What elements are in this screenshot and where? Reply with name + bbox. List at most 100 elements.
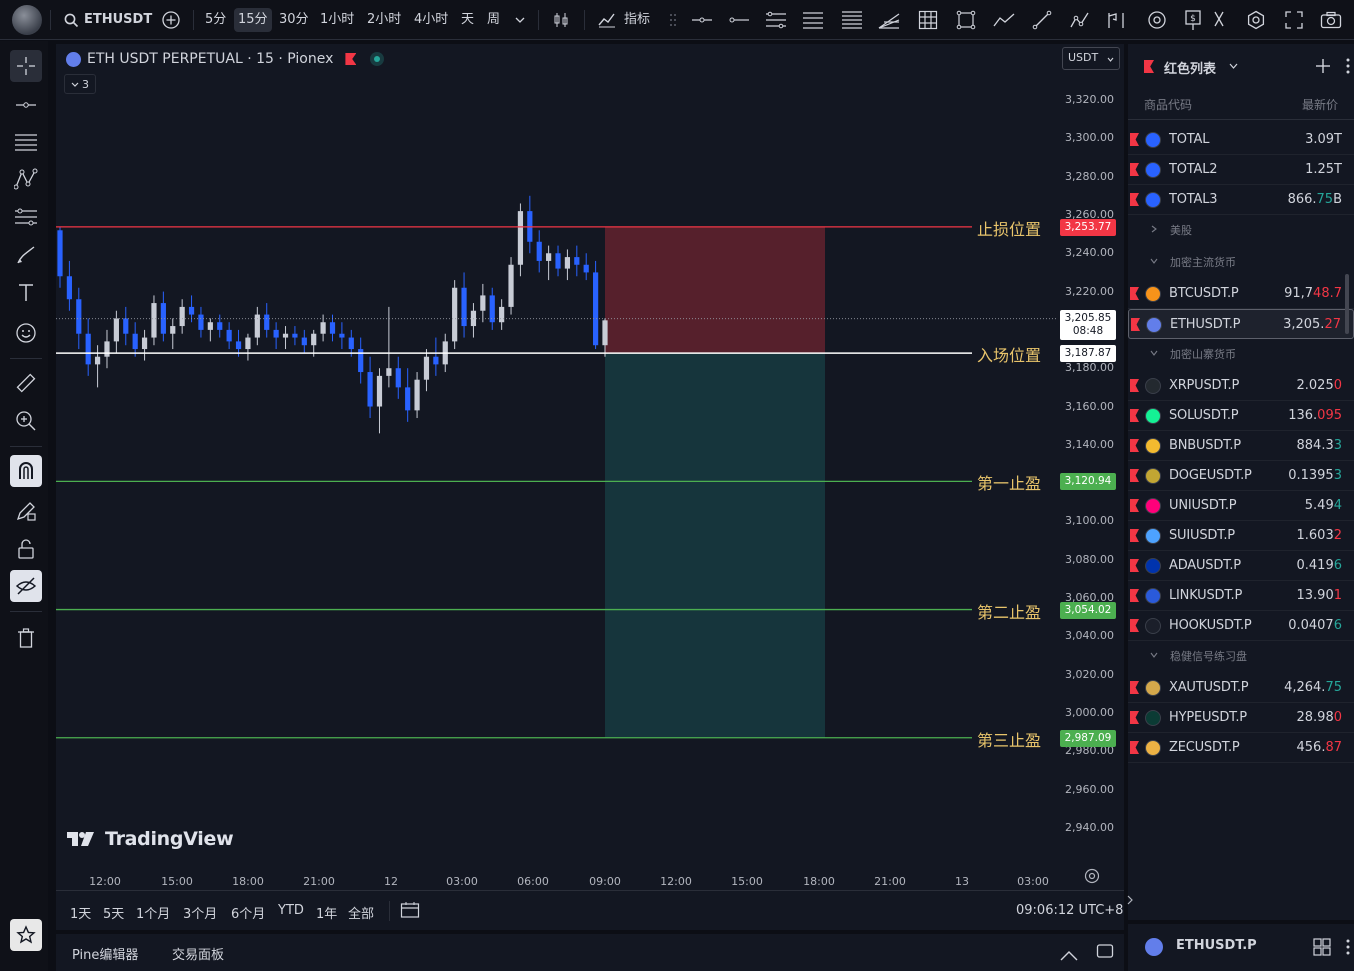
level-label[interactable]: 第二止盈 (977, 599, 1041, 623)
level-label[interactable]: 入场位置 (977, 342, 1041, 366)
watchlist-row[interactable]: TOTAL2 1.25T (1128, 155, 1354, 185)
candle[interactable] (292, 326, 298, 346)
candle[interactable] (170, 318, 176, 350)
candle[interactable] (508, 257, 514, 315)
price-chart[interactable] (56, 44, 1124, 890)
range-3m[interactable]: 3个月 (183, 903, 217, 922)
clock-timezone[interactable]: 09:06:12 UTC+8 (1016, 903, 1123, 918)
red-flag-icon[interactable] (1130, 681, 1139, 694)
stop-loss-zone[interactable] (605, 226, 825, 354)
candle[interactable] (188, 295, 195, 323)
watchlist-row[interactable]: UNIUSDT.P 5.494 (1128, 491, 1354, 521)
red-flag-icon[interactable] (1130, 589, 1139, 602)
red-flag-icon[interactable] (1130, 559, 1139, 572)
candle[interactable] (339, 322, 345, 350)
candle[interactable] (179, 299, 185, 334)
watchlist-header[interactable]: 红色列表 (1128, 44, 1354, 88)
candle[interactable] (358, 337, 364, 384)
level-label[interactable]: 第三止盈 (977, 727, 1041, 751)
interval-4h[interactable]: 4小时 (414, 8, 448, 32)
level-label[interactable]: 止损位置 (977, 216, 1041, 240)
candle[interactable] (123, 306, 129, 346)
tab-pine-editor[interactable]: Pine编辑器 (72, 944, 138, 963)
range-all[interactable]: 全部 (348, 903, 374, 922)
candle[interactable] (132, 322, 138, 357)
tab-trading-panel[interactable]: 交易面板 (172, 944, 224, 963)
more-options-icon[interactable] (1346, 58, 1352, 74)
red-flag-icon[interactable] (345, 53, 357, 65)
watchlist-section[interactable]: 美股 (1128, 215, 1354, 243)
red-flag-icon[interactable] (1130, 711, 1139, 724)
candle[interactable] (141, 329, 148, 361)
trend-line-icon[interactable] (1029, 7, 1055, 33)
red-flag-icon[interactable] (1130, 379, 1139, 392)
panel-collapse-handle[interactable] (1125, 885, 1135, 915)
candle-type-icon[interactable] (548, 7, 574, 33)
red-flag-icon[interactable] (1130, 163, 1139, 176)
candle[interactable] (470, 303, 477, 338)
parallel-channel-icon[interactable] (763, 7, 789, 33)
candle[interactable] (564, 249, 571, 281)
emoji-tool-icon[interactable] (10, 317, 42, 349)
candle[interactable] (414, 372, 420, 419)
horizontal-ray-icon[interactable] (689, 7, 715, 33)
candle[interactable] (57, 226, 63, 288)
path-icon[interactable] (991, 7, 1017, 33)
candle[interactable] (151, 295, 157, 346)
red-flag-icon[interactable] (1130, 741, 1139, 754)
watchlist-star-icon[interactable] (10, 919, 42, 951)
watchlist-row[interactable]: DOGEUSDT.P 0.13953 (1128, 461, 1354, 491)
chart-settings-icon[interactable] (1084, 868, 1102, 886)
red-flag-icon[interactable] (1131, 318, 1140, 331)
candle[interactable] (452, 280, 458, 350)
interval-5m[interactable]: 5分 (205, 8, 226, 32)
candle[interactable] (517, 203, 524, 277)
candle[interactable] (264, 303, 270, 338)
watchlist-title[interactable]: 红色列表 (1164, 58, 1216, 77)
red-flag-icon[interactable] (1130, 439, 1139, 452)
watchlist-section[interactable]: 加密山寨货币 (1128, 339, 1354, 367)
indicators-button[interactable]: 指标 (624, 8, 650, 32)
candle[interactable] (480, 283, 486, 323)
red-flag-icon[interactable] (1130, 499, 1139, 512)
candle[interactable] (583, 253, 589, 281)
candle[interactable] (207, 318, 213, 342)
symbol-search[interactable]: ETHUSDT (84, 8, 152, 32)
trash-icon[interactable] (10, 622, 42, 654)
watchlist-row[interactable]: ADAUSDT.P 0.4196 (1128, 551, 1354, 581)
candle[interactable] (395, 356, 401, 399)
red-flag-icon[interactable] (1130, 409, 1139, 422)
range-1m[interactable]: 1个月 (136, 903, 170, 922)
candle[interactable] (593, 260, 599, 350)
crosshair-icon[interactable] (10, 50, 42, 82)
candle[interactable] (546, 245, 552, 281)
candle[interactable] (527, 195, 533, 254)
watchlist-section[interactable]: 加密主流货币 (1128, 247, 1354, 275)
compare-add-icon[interactable] (158, 7, 184, 33)
drag-handle-icon[interactable] (660, 7, 686, 33)
range-ytd[interactable]: YTD (278, 903, 304, 918)
candle[interactable] (499, 299, 505, 330)
column-last-price[interactable]: 最新价 (1302, 96, 1338, 113)
candle[interactable] (574, 245, 580, 277)
currency-select[interactable]: USDT (1062, 47, 1120, 70)
add-symbol-icon[interactable] (1315, 58, 1331, 74)
indicators-icon[interactable] (594, 7, 620, 33)
column-symbol[interactable]: 商品代码 (1144, 96, 1192, 113)
price-alert-icon[interactable]: $ (1180, 7, 1206, 33)
fib-fan-icon[interactable] (876, 7, 902, 33)
red-flag-icon[interactable] (1130, 287, 1139, 300)
prediction-tool-icon[interactable] (10, 201, 42, 233)
watchlist-scrollbar[interactable] (1345, 274, 1349, 334)
watchlist-row[interactable]: TOTAL3 866.75B (1128, 185, 1354, 215)
candle[interactable] (405, 368, 411, 422)
interval-1h[interactable]: 1小时 (320, 8, 354, 32)
red-flag-icon[interactable] (1130, 619, 1139, 632)
candle[interactable] (433, 337, 439, 376)
camera-icon[interactable] (1318, 7, 1344, 33)
candle[interactable] (367, 356, 373, 419)
watchlist-row[interactable]: HYPEUSDT.P 28.980 (1128, 703, 1354, 733)
watchlist-row[interactable]: XRPUSDT.P 2.0250 (1128, 371, 1354, 401)
watchlist-row[interactable]: ETHUSDT.P 3,205.27 (1128, 309, 1354, 339)
interval-week[interactable]: 周 (487, 8, 500, 32)
